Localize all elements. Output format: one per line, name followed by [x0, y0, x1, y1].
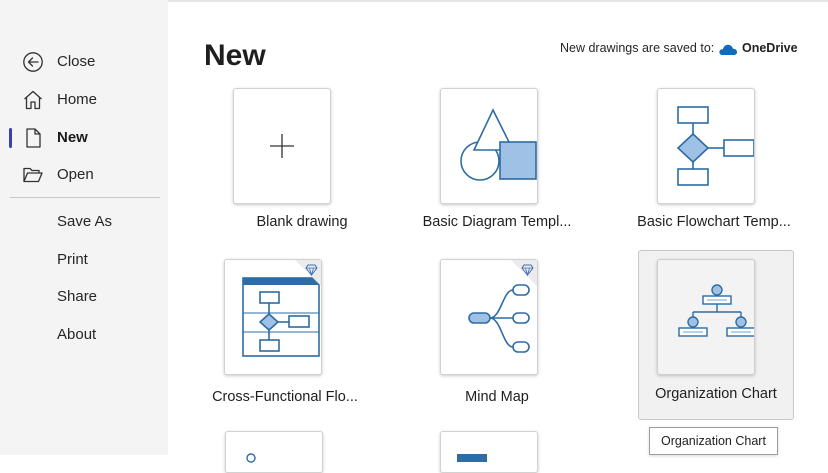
template-label: Blank drawing [256, 214, 348, 230]
sidebar-item-label: About [57, 326, 97, 343]
sidebar-divider [10, 197, 160, 198]
template-organization-chart[interactable]: Organization Chart [638, 250, 794, 420]
template-cross-functional-flowchart[interactable]: Cross-Functional Flo... [190, 259, 380, 409]
sidebar-item-home[interactable]: Home [0, 83, 168, 117]
template-basic-flowchart[interactable]: Basic Flowchart Temp... [619, 88, 809, 238]
template-thumbnail [440, 88, 538, 204]
template-basic-diagram[interactable]: Basic Diagram Templ... [402, 88, 592, 238]
sidebar-item-close[interactable]: Close [0, 45, 168, 79]
open-folder-icon [23, 167, 43, 183]
template-preview-icon [457, 454, 487, 462]
main-panel: New New drawings are saved to: OneDrive … [168, 0, 828, 473]
sidebar-item-open[interactable]: Open [0, 158, 168, 192]
basic-shapes-icon [460, 108, 537, 181]
template-thumbnail [440, 259, 538, 375]
tooltip: Organization Chart [649, 427, 778, 455]
premium-diamond-icon [511, 260, 537, 286]
premium-diamond-icon [295, 260, 321, 286]
sidebar-item-share[interactable]: Share [0, 280, 168, 314]
flowchart-icon [676, 106, 754, 186]
save-location-link[interactable]: OneDrive [742, 41, 798, 55]
template-thumbnail [657, 88, 755, 204]
template-thumbnail [224, 259, 322, 375]
template-thumbnail [657, 259, 755, 375]
sidebar-item-print[interactable]: Print [0, 243, 168, 277]
template-thumbnail [233, 88, 331, 204]
sidebar-item-label: Save As [57, 213, 113, 230]
template-label: Basic Flowchart Temp... [637, 214, 791, 230]
plus-icon [270, 134, 294, 158]
template-label: Mind Map [465, 389, 529, 405]
sidebar-item-label: Home [57, 91, 98, 108]
active-indicator [9, 128, 12, 148]
template-mind-map[interactable]: Mind Map [402, 259, 592, 409]
sidebar: Close Home New Open Save As Print Share … [0, 0, 168, 455]
save-location-note: New drawings are saved to: [560, 41, 715, 55]
sidebar-item-new[interactable]: New [0, 121, 168, 155]
sidebar-item-label: Print [57, 251, 88, 268]
template-label: Basic Diagram Templ... [422, 214, 572, 230]
template-thumbnail-partial[interactable] [440, 431, 538, 473]
new-document-icon [26, 128, 41, 148]
sidebar-item-about[interactable]: About [0, 318, 168, 352]
page-title: New [204, 39, 266, 72]
org-chart-icon [678, 284, 754, 337]
sidebar-item-label: Open [57, 166, 94, 183]
template-label: Cross-Functional Flo... [212, 389, 358, 405]
template-label: Organization Chart [655, 386, 777, 402]
onedrive-cloud-icon [719, 44, 738, 55]
back-arrow-icon [23, 52, 43, 72]
top-border [168, 0, 828, 2]
sidebar-item-label: Close [57, 53, 96, 70]
template-preview-icon [246, 453, 256, 463]
sidebar-item-save-as[interactable]: Save As [0, 205, 168, 239]
home-icon [24, 90, 42, 110]
sidebar-item-label: New [57, 129, 88, 146]
sidebar-item-label: Share [57, 288, 98, 305]
template-thumbnail-partial[interactable] [225, 431, 323, 473]
template-blank-drawing[interactable]: Blank drawing [207, 88, 397, 238]
